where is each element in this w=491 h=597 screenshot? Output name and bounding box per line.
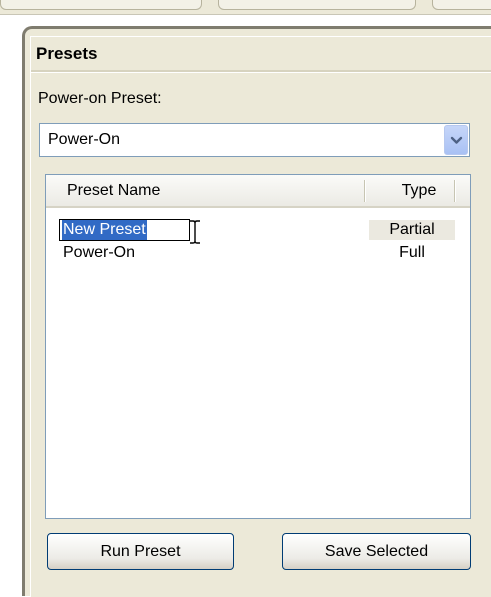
tab-fragment-right <box>432 0 491 10</box>
panel-title: Presets <box>36 44 98 63</box>
list-header: Preset Name Type <box>46 175 470 208</box>
toolbar-fragment <box>0 0 491 15</box>
column-separator[interactable] <box>364 180 366 202</box>
dropdown-selected-value: Power-On <box>48 131 121 148</box>
tab-fragment-left <box>0 0 202 10</box>
run-preset-button[interactable]: Run Preset <box>47 533 234 570</box>
rename-field-text: New Preset <box>62 220 147 240</box>
power-on-preset-dropdown[interactable]: Power-On <box>39 123 470 157</box>
preset-list[interactable]: Preset Name Type New Preset Partial Powe… <box>45 174 471 519</box>
list-item[interactable]: Power-On Full <box>46 242 470 264</box>
column-separator[interactable] <box>454 180 456 202</box>
dropdown-button[interactable] <box>444 125 468 155</box>
row-type: Partial <box>369 220 455 240</box>
list-item[interactable]: New Preset Partial <box>46 219 470 244</box>
row-name: Power-On <box>63 244 136 261</box>
power-on-preset-label: Power-on Preset: <box>38 90 162 107</box>
row-type: Full <box>399 244 425 261</box>
chevron-down-icon <box>450 136 463 144</box>
rename-field[interactable]: New Preset <box>59 219 190 241</box>
text-cursor-icon <box>190 220 200 244</box>
column-header-type[interactable]: Type <box>384 182 454 200</box>
tab-fragment-middle <box>218 0 416 10</box>
title-divider <box>31 70 491 73</box>
column-header-preset-name[interactable]: Preset Name <box>67 182 160 200</box>
save-selected-button[interactable]: Save Selected <box>282 533 471 570</box>
